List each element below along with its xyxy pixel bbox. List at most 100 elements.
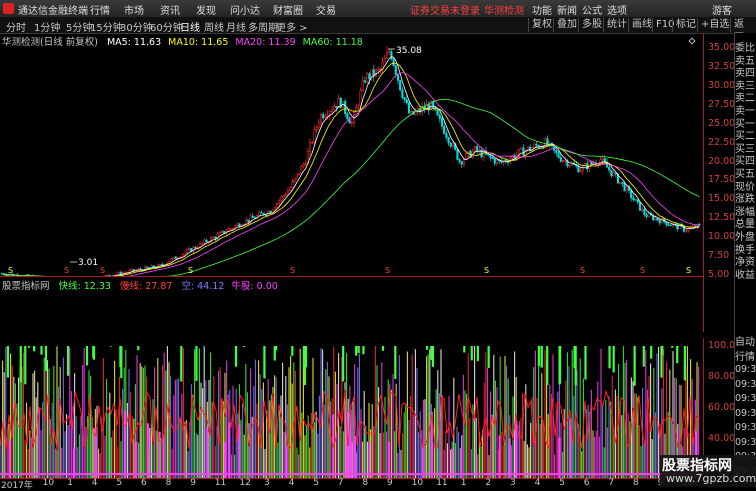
- back-button[interactable]: 返回: [730, 18, 756, 32]
- candle-body: [336, 106, 338, 107]
- statistics-button[interactable]: 统计: [603, 18, 630, 32]
- candle-body: [443, 126, 445, 133]
- candle-body: [646, 215, 648, 217]
- tick-time: 09:30: [735, 437, 756, 448]
- candle-body: [487, 154, 489, 155]
- candle-body: [327, 115, 329, 116]
- candle-body: [261, 212, 263, 213]
- main-legend: 华测检测(日线 前复权) MA5: 11.63 MA10: 11.65 MA20…: [2, 34, 363, 48]
- panel-separator: [0, 276, 703, 277]
- menu-trade[interactable]: 交易: [316, 2, 336, 17]
- candle-body: [582, 166, 584, 171]
- signal-mark: S: [64, 266, 69, 275]
- indicator-tick-label: 60.00: [708, 402, 735, 413]
- candle-body: [265, 215, 267, 216]
- guest-label[interactable]: 游客: [712, 2, 732, 17]
- signal-mark: S: [640, 266, 645, 275]
- multi-stock-button[interactable]: 多股: [578, 18, 605, 32]
- candle-body: [162, 264, 164, 265]
- period-tab-15min[interactable]: 15分钟: [90, 19, 123, 34]
- menu-market[interactable]: 行情: [90, 2, 110, 17]
- menu-formula[interactable]: 公式: [582, 2, 602, 17]
- period-tab-60min[interactable]: 60分钟: [150, 19, 183, 34]
- candle-body: [397, 75, 399, 81]
- price-tick-label: 5.00: [708, 269, 729, 280]
- quote-tab[interactable]: 行情: [735, 348, 756, 363]
- candle-body: [619, 182, 621, 183]
- menu-function[interactable]: 功能: [532, 2, 552, 17]
- candle-body: [305, 164, 307, 165]
- indicator-chart[interactable]: [0, 290, 703, 478]
- period-tab-daily[interactable]: 日线: [180, 19, 200, 34]
- date-tick-label: 2017年: [1, 478, 33, 491]
- candle-body: [289, 188, 291, 191]
- candle-body: [292, 182, 294, 188]
- candle-body: [285, 194, 287, 195]
- signal-mark: S: [580, 266, 585, 275]
- candle-body: [175, 257, 177, 259]
- candle-body: [186, 250, 188, 253]
- candle-body: [476, 146, 478, 151]
- candle-body: [624, 184, 626, 191]
- period-tab-intraday[interactable]: 分时: [6, 19, 26, 34]
- period-tab-5min[interactable]: 5分钟: [66, 19, 92, 34]
- candle-body: [437, 110, 439, 115]
- candle-body: [591, 162, 593, 164]
- overlay-button[interactable]: 叠加: [553, 18, 580, 32]
- candle-body: [146, 267, 148, 268]
- tick-time: 09:30: [735, 422, 756, 433]
- low-price-annotation: 3.01: [78, 258, 98, 268]
- candle-body: [195, 247, 197, 248]
- add-watchlist-button[interactable]: +自选: [697, 18, 732, 32]
- candle-body: [635, 200, 637, 201]
- auto-toggle[interactable]: 自动: [735, 333, 756, 348]
- period-tab-30min[interactable]: 30分钟: [120, 19, 153, 34]
- candle-body: [204, 240, 206, 243]
- period-tab-weekly[interactable]: 周线: [204, 19, 224, 34]
- candle-body: [219, 232, 221, 234]
- candle-body: [118, 272, 120, 274]
- period-tab-more[interactable]: 更多 >: [276, 19, 308, 34]
- restore-rights-button[interactable]: 复权: [528, 18, 555, 32]
- candle-body: [461, 162, 463, 165]
- candle-body: [661, 218, 663, 223]
- current-stock-title: 华测检测: [484, 2, 524, 17]
- menu-sector[interactable]: 市场: [124, 2, 144, 17]
- candle-body: [459, 159, 461, 161]
- candle-body: [221, 231, 223, 232]
- candle-body: [298, 174, 300, 175]
- draw-line-button[interactable]: 画线: [628, 18, 655, 32]
- candle-body: [408, 103, 410, 113]
- tick-time: 09:30: [735, 393, 756, 404]
- candle-body: [206, 240, 208, 242]
- menu-news[interactable]: 资讯: [160, 2, 180, 17]
- candle-body: [536, 144, 538, 145]
- candle-body: [344, 101, 346, 113]
- candle-body: [259, 212, 261, 215]
- candle-body: [402, 90, 404, 97]
- candle-body: [281, 197, 283, 201]
- candle-body: [452, 144, 454, 147]
- period-tab-multi[interactable]: 多周期: [248, 19, 278, 34]
- period-tab-monthly[interactable]: 月线: [226, 19, 246, 34]
- menu-options[interactable]: 选项: [607, 2, 627, 17]
- menu-wealth[interactable]: 财富圈: [273, 2, 303, 17]
- app-title: 通达信金融终端: [18, 2, 88, 17]
- candle-body: [474, 146, 476, 151]
- candle-body: [439, 115, 441, 118]
- period-tab-1min[interactable]: 1分钟: [34, 19, 60, 34]
- candle-body: [380, 69, 382, 70]
- login-warning[interactable]: 证券交易未登录: [410, 2, 480, 17]
- menu-discover[interactable]: 发现: [196, 2, 216, 17]
- candle-body: [560, 158, 562, 162]
- mark-button[interactable]: 标记: [672, 18, 699, 32]
- candle-body: [377, 69, 379, 70]
- menu-ask[interactable]: 问小达: [230, 2, 260, 17]
- ma5-label: MA5: 11.63: [107, 37, 161, 48]
- candle-body: [300, 166, 302, 173]
- kline-chart[interactable]: 35.083.01SSSSSSSSSS: [0, 33, 703, 276]
- candle-body: [428, 105, 430, 110]
- menu-newsfeed[interactable]: 新闻: [557, 2, 577, 17]
- candle-body: [441, 119, 443, 127]
- candle-body: [611, 170, 613, 176]
